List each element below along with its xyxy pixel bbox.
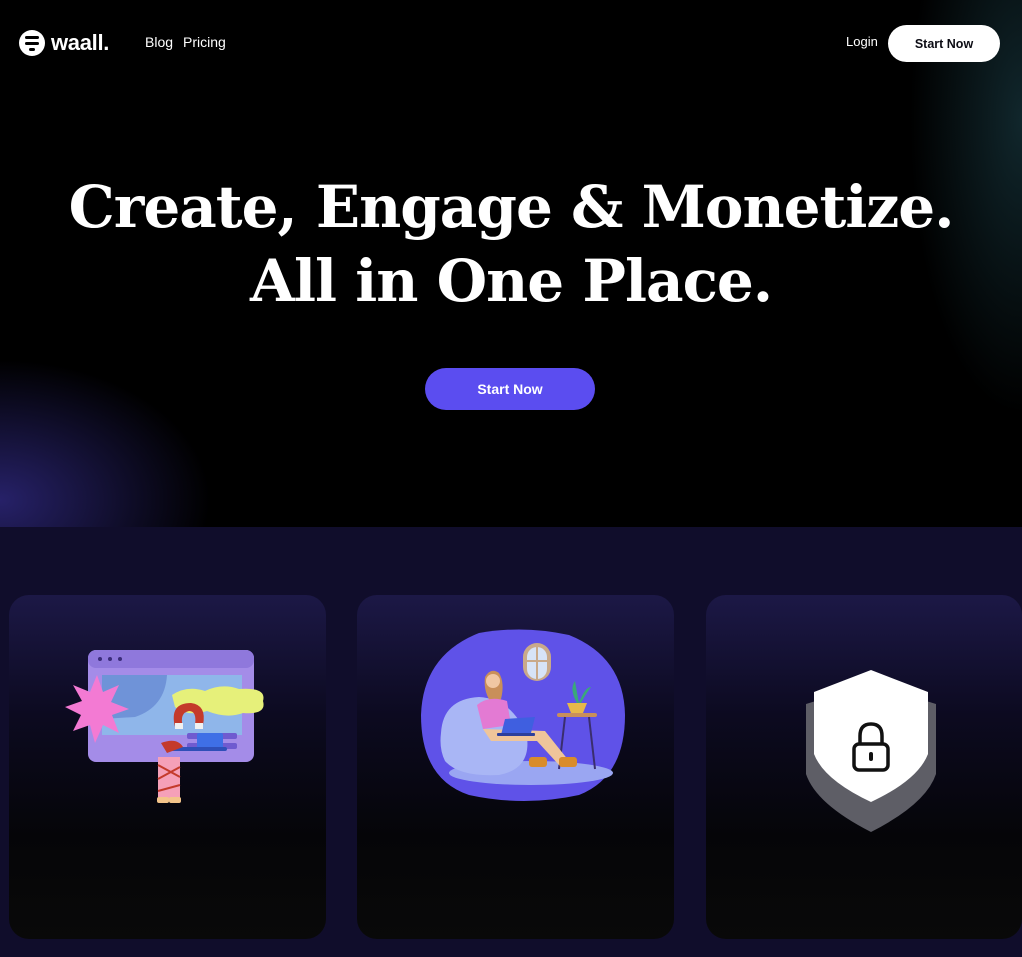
creator-illustration: [65, 650, 264, 803]
hero-headline-line-2: All in One Place.: [249, 247, 773, 315]
hero-headline: Create, Engage & Monetize. All in One Pl…: [0, 170, 1022, 318]
brand-name: waall.: [51, 30, 110, 55]
login-link[interactable]: Login: [846, 34, 878, 49]
nav-links: Blog Pricing: [145, 34, 226, 50]
hero-section: waall. Blog Pricing Login Start Now Crea…: [0, 0, 1022, 527]
features-section: [0, 527, 1022, 957]
nav-start-now-button[interactable]: Start Now: [888, 25, 1000, 62]
top-navigation: waall. Blog Pricing Login Start Now: [0, 0, 1022, 86]
hero-start-now-button[interactable]: Start Now: [425, 368, 595, 410]
relaxing-person-illustration: [421, 629, 625, 801]
hero-headline-line-1: Create, Engage & Monetize.: [68, 173, 955, 241]
nav-link-pricing[interactable]: Pricing: [183, 34, 226, 50]
feature-card-security[interactable]: [706, 595, 1022, 939]
brand-logo[interactable]: waall.: [19, 30, 109, 56]
feature-card-engage[interactable]: [357, 595, 674, 939]
nav-link-blog[interactable]: Blog: [145, 34, 173, 50]
feature-card-create[interactable]: [9, 595, 326, 939]
waall-logo-icon: [19, 30, 45, 56]
security-shield-lock-icon: [806, 670, 936, 832]
